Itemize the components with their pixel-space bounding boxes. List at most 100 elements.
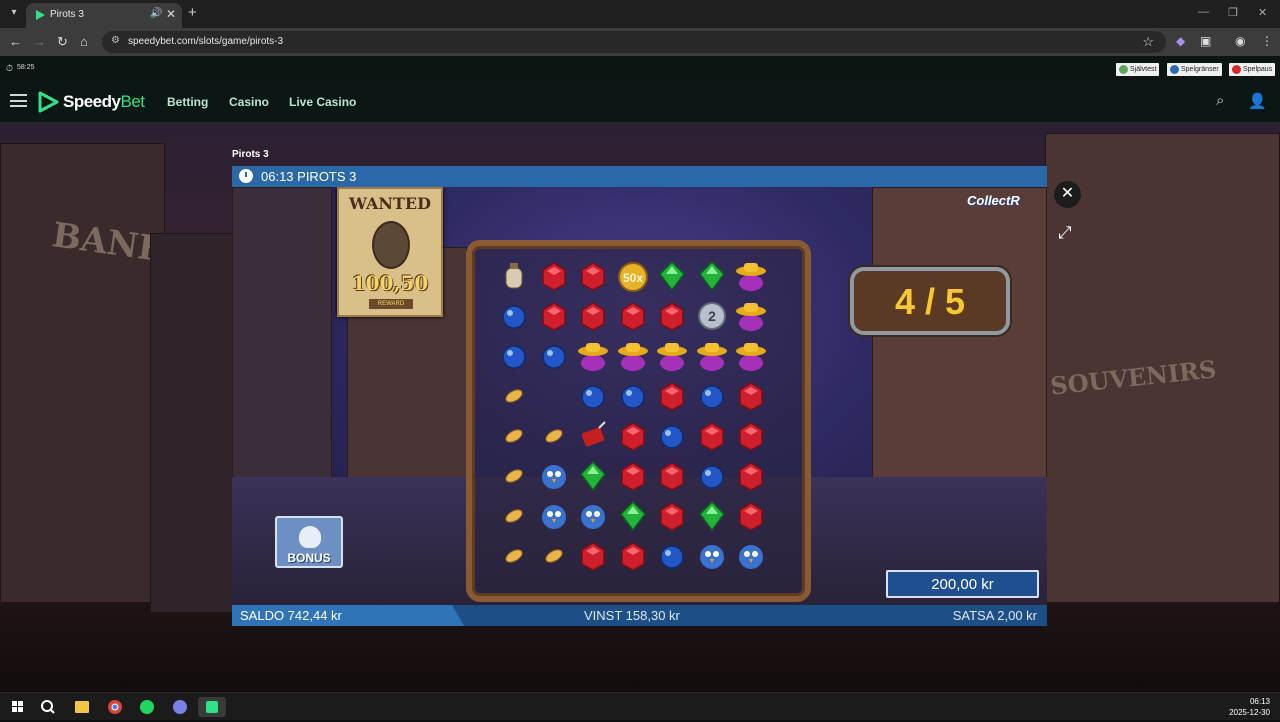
svg-text:2: 2 — [708, 308, 716, 324]
bg-building — [150, 233, 235, 613]
minimize-icon[interactable]: — — [1198, 6, 1209, 18]
bg-bank-building — [0, 143, 165, 603]
outlaw-portrait-icon — [372, 221, 410, 269]
search-icon[interactable] — [34, 697, 62, 717]
nav-betting[interactable]: Betting — [167, 95, 208, 109]
green-symbol-icon — [694, 258, 730, 294]
nav-live-casino[interactable]: Live Casino — [289, 95, 356, 109]
bird-symbol-icon — [575, 498, 611, 534]
restore-icon[interactable]: ❐ — [1228, 6, 1238, 19]
spotify-icon[interactable] — [133, 697, 161, 717]
red-symbol-icon — [536, 298, 572, 334]
game-canvas[interactable]: WANTED 100,50 REWARD CollectR 50x 2 4 / 5… — [232, 187, 1047, 605]
new-tab-icon[interactable]: + — [188, 4, 197, 21]
nugget-symbol-icon — [496, 538, 532, 574]
browser-tab[interactable]: Pirots 3 🔊 ✕ — [26, 3, 182, 28]
user-account-icon[interactable]: 👤 — [1248, 92, 1267, 110]
bet-amount-button[interactable]: 200,00 kr — [886, 570, 1039, 598]
tab-close-icon[interactable]: ✕ — [166, 7, 176, 21]
blue-symbol-icon — [694, 458, 730, 494]
active-app-icon[interactable] — [198, 697, 226, 717]
nav-casino[interactable]: Casino — [229, 95, 269, 109]
fullscreen-expand-icon[interactable]: ⤢ — [1058, 223, 1072, 243]
start-icon[interactable] — [4, 697, 32, 717]
bet-amount: 200,00 kr — [931, 576, 994, 593]
collect-counter-value: 4 / 5 — [894, 281, 966, 322]
red-symbol-icon — [694, 418, 730, 454]
blue-symbol-icon — [654, 538, 690, 574]
wanted-value: 100,50 — [351, 271, 429, 295]
hat-symbol-icon — [733, 258, 769, 294]
sjalvtest-button[interactable]: Självtest — [1116, 63, 1160, 76]
chrome-icon[interactable] — [101, 697, 129, 717]
address-bar[interactable]: ⚙ speedybet.com/slots/game/pirots-3 ☆ — [102, 31, 1166, 53]
green-symbol-icon — [694, 498, 730, 534]
bookmark-star-icon[interactable]: ☆ — [1142, 34, 1154, 50]
nugget-symbol-icon — [496, 418, 532, 454]
hat-symbol-icon — [615, 338, 651, 374]
profile-icon[interactable]: ◉ — [1235, 34, 1245, 48]
blue-symbol-icon — [694, 378, 730, 414]
bird-symbol-icon — [536, 458, 572, 494]
collect-counter: 4 / 5 — [850, 267, 1010, 335]
hat-symbol-icon — [694, 338, 730, 374]
audio-icon[interactable]: 🔊 — [150, 8, 162, 19]
win-text: VINST 158,30 kr — [584, 608, 680, 623]
timer-icon: ⏱ — [6, 63, 14, 73]
slot-grid[interactable]: 50x 2 — [466, 240, 811, 602]
discord-icon[interactable] — [166, 697, 194, 717]
hat-symbol-icon — [733, 338, 769, 374]
extension-icon[interactable]: ◆ — [1176, 34, 1185, 48]
jug-symbol-icon — [496, 258, 532, 294]
browser-menu-icon[interactable]: ⋮ — [1261, 34, 1273, 48]
collectr-logo: CollectR — [967, 193, 1020, 208]
nugget-symbol-icon — [496, 458, 532, 494]
green-symbol-icon — [615, 498, 651, 534]
logo-text[interactable]: SpeedyBet — [63, 92, 145, 112]
red-symbol-icon — [575, 298, 611, 334]
nugget-symbol-icon — [536, 538, 572, 574]
clock-icon — [239, 169, 253, 183]
forward-icon[interactable]: → — [33, 34, 46, 49]
blue-symbol-icon — [536, 338, 572, 374]
site-info-icon[interactable]: ⚙ — [111, 35, 120, 46]
spelpaus-button[interactable]: Spelpaus — [1229, 63, 1276, 76]
window-close-icon[interactable]: ✕ — [1258, 6, 1267, 19]
file-explorer-icon[interactable] — [68, 697, 96, 717]
wanted-reward: REWARD — [369, 299, 413, 309]
red-symbol-icon — [654, 378, 690, 414]
back-icon[interactable]: ← — [9, 34, 22, 49]
red-symbol-icon — [615, 458, 651, 494]
red-symbol-icon — [654, 298, 690, 334]
bonus-buy-button[interactable]: BONUS — [275, 516, 343, 568]
browser-toolbar: ← → ↻ ⌂ ⚙ speedybet.com/slots/game/pirot… — [0, 28, 1280, 56]
hat-symbol-icon — [654, 338, 690, 374]
system-clock[interactable]: 06:13 2025-12-30 — [1229, 696, 1270, 718]
page-title: Pirots 3 — [232, 149, 269, 160]
session-timer: 58:25 — [17, 64, 35, 71]
red-symbol-icon — [654, 498, 690, 534]
scene-building-left — [232, 187, 332, 517]
extensions-puzzle-icon[interactable]: ▣ — [1200, 34, 1211, 48]
close-game-icon[interactable]: ✕ — [1054, 181, 1081, 208]
home-icon[interactable]: ⌂ — [80, 34, 88, 49]
svg-text:50x: 50x — [622, 271, 642, 285]
responsible-gaming-bar: ⏱ 58:25 Självtest Spelgränser Spelpaus — [0, 56, 1280, 80]
tab-list-icon[interactable]: ▾ — [6, 5, 22, 21]
balance-text: SALDO 742,44 kr — [240, 608, 342, 623]
reload-icon[interactable]: ↻ — [57, 34, 68, 50]
speedybet-logo-icon[interactable] — [37, 91, 59, 113]
hamburger-menu-icon[interactable] — [10, 94, 27, 107]
silver-symbol-icon: 2 — [694, 298, 730, 334]
red-symbol-icon — [575, 258, 611, 294]
search-icon[interactable]: ⌕ — [1216, 92, 1224, 109]
url-text[interactable]: speedybet.com/slots/game/pirots-3 — [128, 36, 283, 47]
green-symbol-icon — [654, 258, 690, 294]
red-symbol-icon — [615, 538, 651, 574]
spelgranser-button[interactable]: Spelgränser — [1167, 63, 1222, 76]
game-footer-bar: SALDO 742,44 kr VINST 158,30 kr SATSA 2,… — [232, 605, 1047, 626]
blue-symbol-icon — [575, 378, 611, 414]
red-symbol-icon — [575, 538, 611, 574]
bonus-label: BONUS — [287, 551, 331, 565]
red-symbol-icon — [536, 258, 572, 294]
